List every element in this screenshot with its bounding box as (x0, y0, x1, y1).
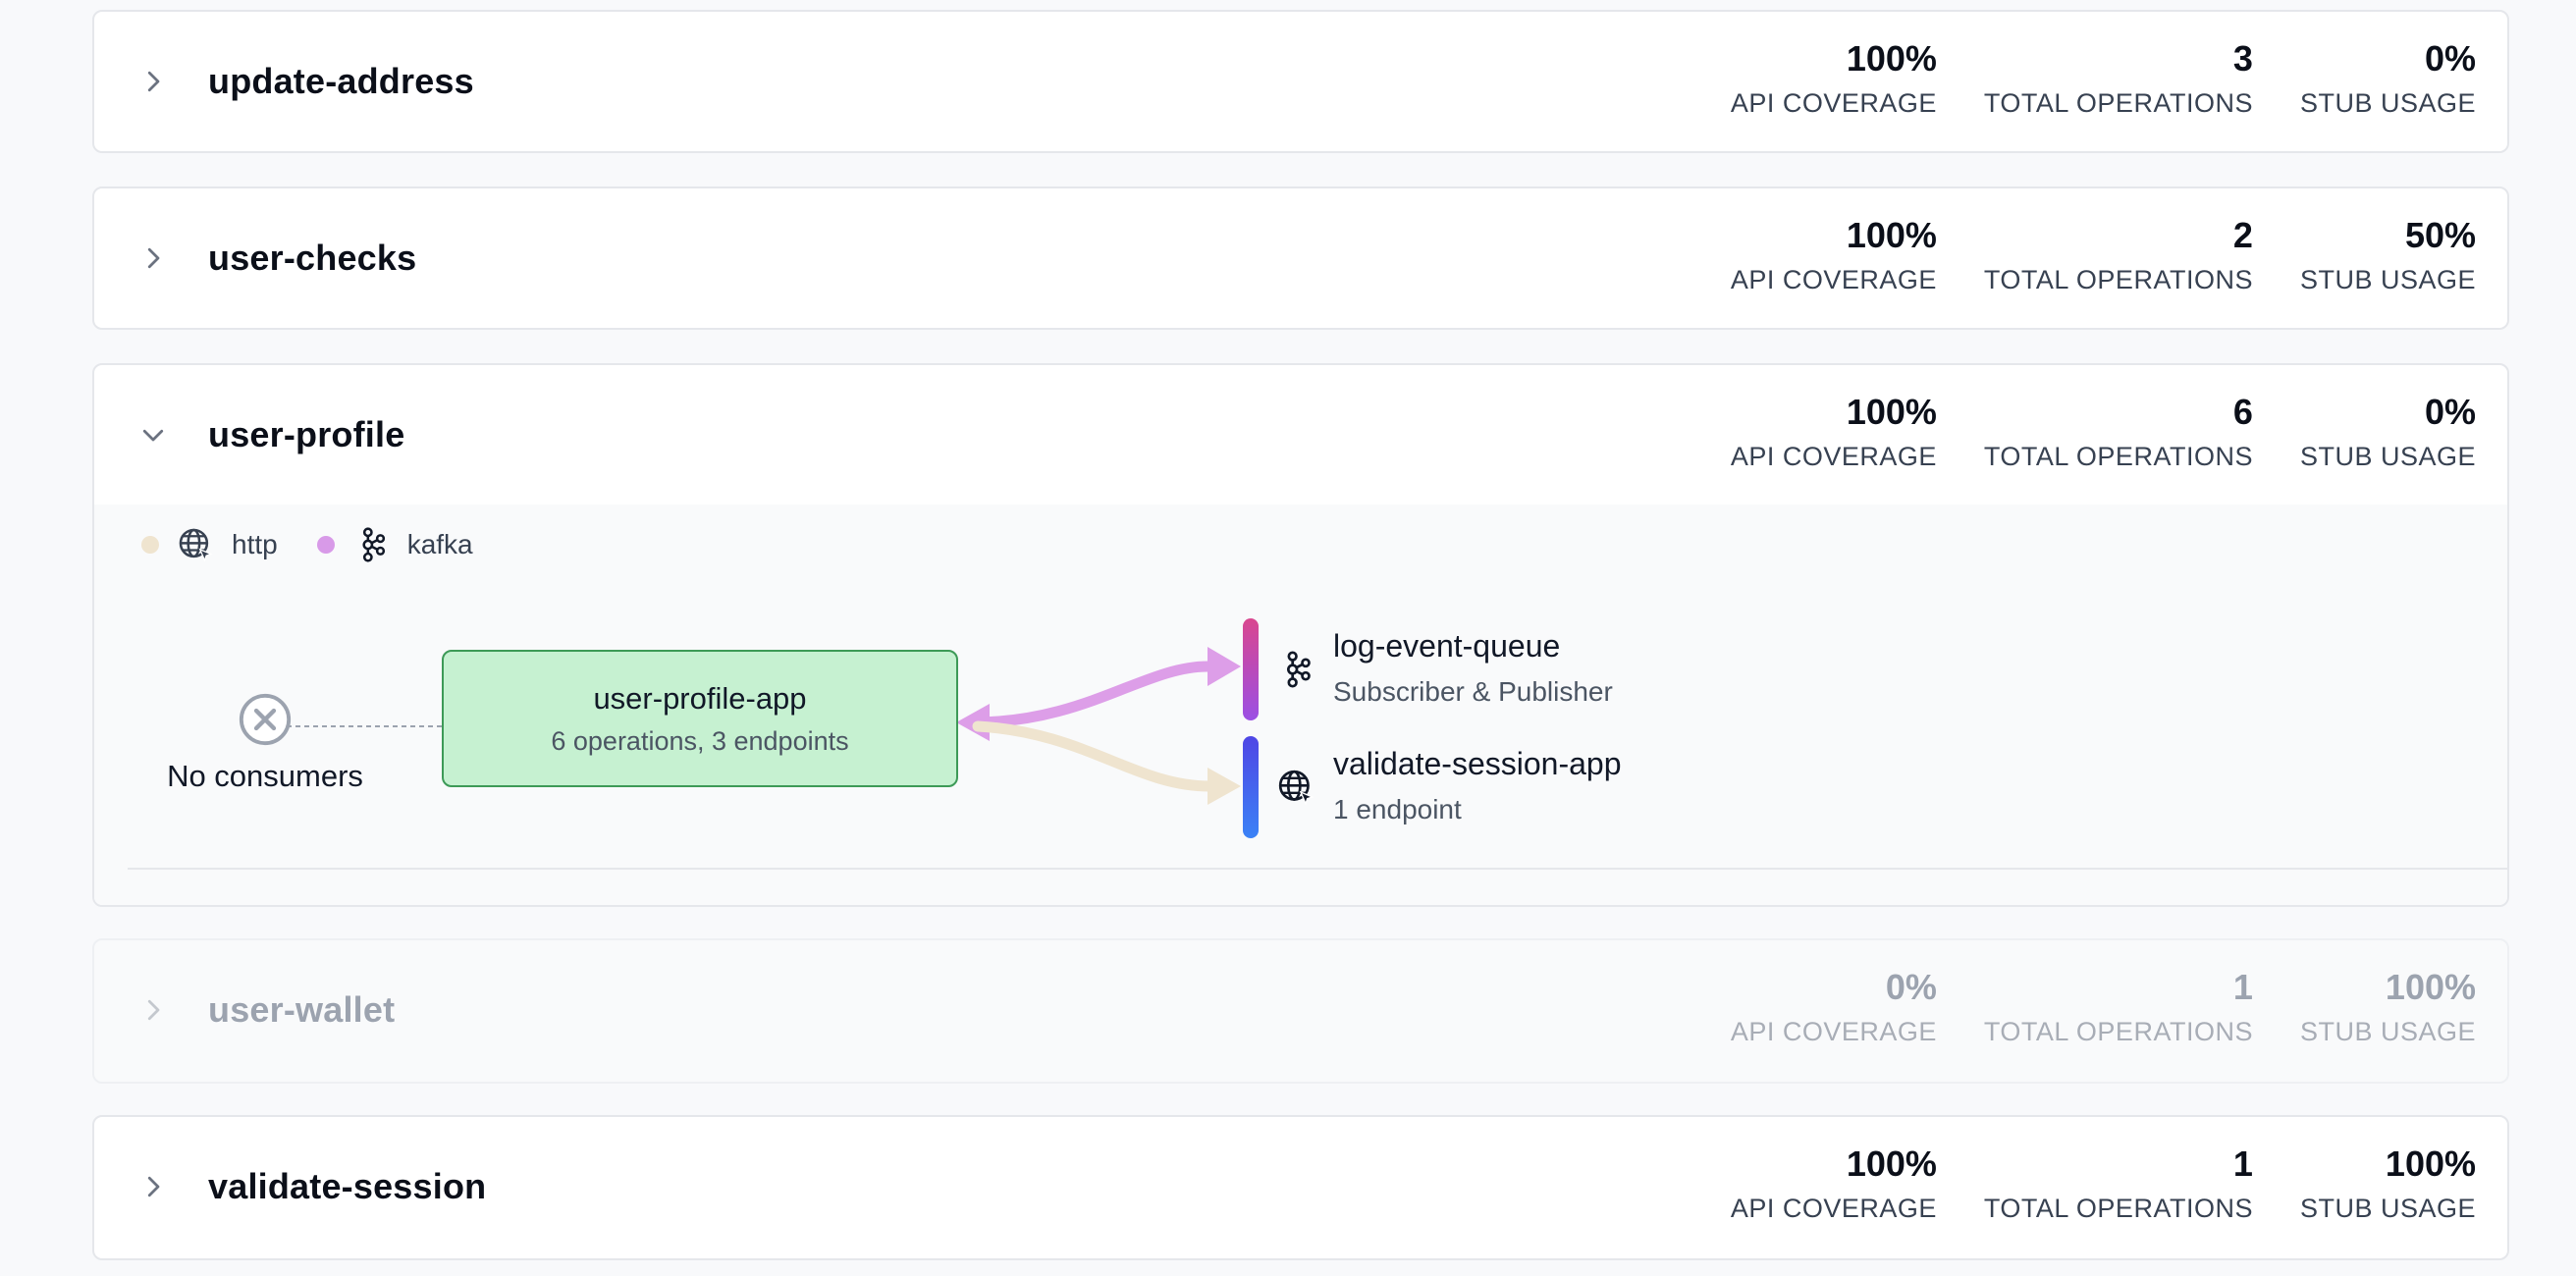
x-circle-icon (239, 693, 292, 746)
metric-api-coverage: 100% API COVERAGE (1731, 393, 1937, 472)
metric-label: API COVERAGE (1730, 265, 1937, 294)
metric-total-operations: 2 TOTAL OPERATIONS (1984, 216, 2253, 295)
service-card-user-wallet: user-wallet 0% API COVERAGE 1 TOTAL OPER… (92, 938, 2509, 1084)
app-node-subtitle: 6 operations, 3 endpoints (551, 726, 849, 756)
kafka-icon (1287, 651, 1311, 688)
service-card-update-address: update-address 100% API COVERAGE 3 TOTAL… (92, 10, 2509, 153)
chevron-right-icon[interactable] (135, 992, 171, 1028)
metric-api-coverage: 100% API COVERAGE (1731, 216, 1937, 295)
metric-total-operations: 1 TOTAL OPERATIONS (1984, 1144, 2253, 1224)
service-name: user-wallet (208, 989, 396, 1030)
metric-label: STUB USAGE (2299, 88, 2476, 118)
dependency-title: validate-session-app (1333, 746, 1622, 781)
service-card-user-profile: user-profile 100% API COVERAGE 6 TOTAL O… (92, 363, 2509, 907)
globe-icon (1278, 770, 1315, 806)
dependency-text: log-event-queue Subscriber & Publisher (1333, 628, 1613, 708)
metric-value: 50% (2404, 215, 2476, 255)
metric-value: 6 (2232, 392, 2253, 432)
metric-value: 0% (2424, 38, 2476, 79)
metric-label: API COVERAGE (1730, 1017, 1937, 1046)
metrics: 100% API COVERAGE 6 TOTAL OPERATIONS 0% … (1684, 393, 2476, 472)
metric-total-operations: 3 TOTAL OPERATIONS (1984, 39, 2253, 119)
dependency-log-event-queue[interactable]: log-event-queue Subscriber & Publisher (1243, 618, 1613, 720)
metric-label: TOTAL OPERATIONS (1983, 442, 2253, 471)
card-header[interactable]: update-address 100% API COVERAGE 3 TOTAL… (94, 12, 2507, 151)
metrics: 100% API COVERAGE 2 TOTAL OPERATIONS 50%… (1684, 216, 2476, 295)
app-node[interactable]: user-profile-app 6 operations, 3 endpoin… (442, 650, 958, 787)
http-edge-arrow (1208, 768, 1241, 805)
kafka-edge (968, 661, 1213, 728)
metric-label: TOTAL OPERATIONS (1983, 265, 2253, 294)
metric-value: 0% (1885, 967, 1937, 1007)
metric-label: TOTAL OPERATIONS (1983, 88, 2253, 118)
metric-label: API COVERAGE (1730, 1194, 1937, 1223)
metric-value: 100% (2385, 967, 2476, 1007)
metric-api-coverage: 0% API COVERAGE (1731, 968, 1937, 1047)
metric-label: STUB USAGE (2299, 442, 2476, 471)
divider (128, 868, 2507, 870)
metric-stub-usage: 0% STUB USAGE (2300, 39, 2476, 119)
metric-label: STUB USAGE (2299, 1017, 2476, 1046)
metric-label: API COVERAGE (1730, 442, 1937, 471)
http-edge (972, 720, 1215, 792)
chevron-down-icon[interactable] (135, 417, 171, 452)
service-name: user-profile (208, 414, 405, 454)
metric-value: 100% (1846, 392, 1937, 432)
metric-stub-usage: 50% STUB USAGE (2300, 216, 2476, 295)
dependency-subtitle: Subscriber & Publisher (1333, 676, 1613, 707)
metric-stub-usage: 0% STUB USAGE (2300, 393, 2476, 472)
service-card-user-checks: user-checks 100% API COVERAGE 2 TOTAL OP… (92, 186, 2509, 330)
metrics: 100% API COVERAGE 3 TOTAL OPERATIONS 0% … (1684, 39, 2476, 119)
metric-value: 100% (1846, 215, 1937, 255)
kafka-bar (1243, 618, 1259, 720)
metric-label: STUB USAGE (2299, 265, 2476, 294)
dependency-title: log-event-queue (1333, 628, 1561, 664)
dependency-text: validate-session-app 1 endpoint (1333, 746, 1622, 825)
card-header[interactable]: user-profile 100% API COVERAGE 6 TOTAL O… (94, 365, 2507, 505)
metric-value: 1 (2232, 967, 2253, 1007)
metric-value: 100% (2385, 1143, 2476, 1184)
metric-total-operations: 1 TOTAL OPERATIONS (1984, 968, 2253, 1047)
metric-stub-usage: 100% STUB USAGE (2300, 1144, 2476, 1224)
metric-value: 100% (1846, 1143, 1937, 1184)
service-name: update-address (208, 61, 474, 101)
metric-api-coverage: 100% API COVERAGE (1731, 39, 1937, 119)
service-name: validate-session (208, 1166, 487, 1206)
metric-value: 100% (1846, 38, 1937, 79)
service-card-validate-session: validate-session 100% API COVERAGE 1 TOT… (92, 1115, 2509, 1260)
dependency-subtitle: 1 endpoint (1333, 794, 1462, 824)
metric-label: STUB USAGE (2299, 1194, 2476, 1223)
metrics: 0% API COVERAGE 1 TOTAL OPERATIONS 100% … (1684, 968, 2476, 1047)
metric-value: 0% (2424, 392, 2476, 432)
http-bar (1243, 736, 1259, 838)
dependency-graph: http kafka No consumers user-profile-app… (94, 505, 2507, 905)
card-header[interactable]: user-checks 100% API COVERAGE 2 TOTAL OP… (94, 188, 2507, 328)
app-node-title: user-profile-app (593, 681, 807, 716)
card-header[interactable]: user-wallet 0% API COVERAGE 1 TOTAL OPER… (94, 940, 2507, 1080)
metric-value: 2 (2232, 215, 2253, 255)
metric-total-operations: 6 TOTAL OPERATIONS (1984, 393, 2253, 472)
no-consumers-label: No consumers (167, 759, 363, 793)
card-header[interactable]: validate-session 100% API COVERAGE 1 TOT… (94, 1117, 2507, 1256)
no-consumers-node: No consumers (157, 691, 373, 794)
metric-stub-usage: 100% STUB USAGE (2300, 968, 2476, 1047)
dependency-validate-session-app[interactable]: validate-session-app 1 endpoint (1243, 736, 1622, 838)
service-name: user-checks (208, 238, 417, 278)
metric-label: TOTAL OPERATIONS (1983, 1194, 2253, 1223)
metric-api-coverage: 100% API COVERAGE (1731, 1144, 1937, 1224)
metric-label: API COVERAGE (1730, 88, 1937, 118)
chevron-right-icon[interactable] (135, 1169, 171, 1204)
chevron-right-icon[interactable] (135, 64, 171, 99)
metric-label: TOTAL OPERATIONS (1983, 1017, 2253, 1046)
metric-value: 3 (2232, 38, 2253, 79)
chevron-right-icon[interactable] (135, 240, 171, 276)
metric-value: 1 (2232, 1143, 2253, 1184)
kafka-edge-arrow-right (1208, 647, 1241, 686)
metrics: 100% API COVERAGE 1 TOTAL OPERATIONS 100… (1684, 1144, 2476, 1224)
